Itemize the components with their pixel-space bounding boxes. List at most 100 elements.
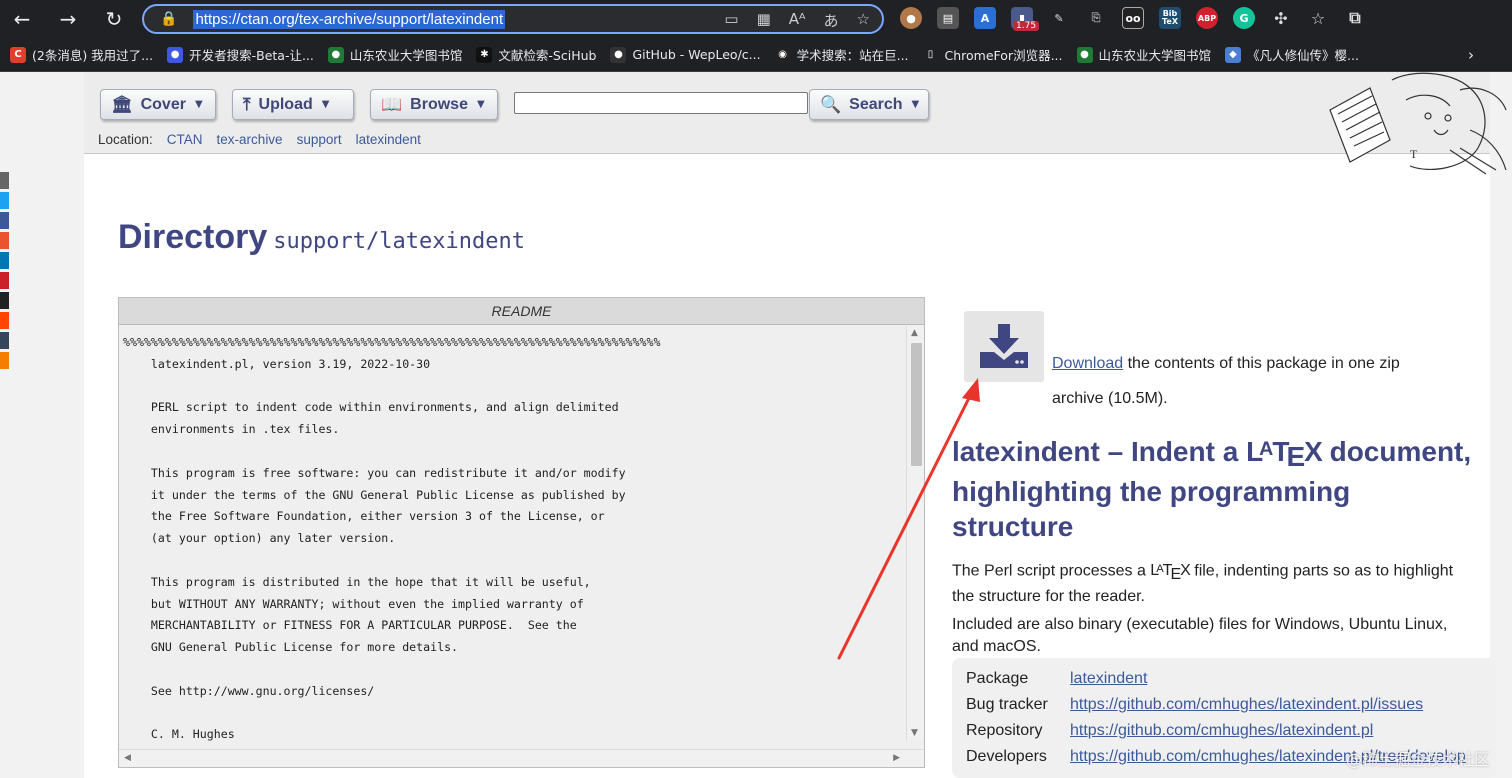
favorite-star-icon[interactable]: ☆ [857, 10, 870, 31]
bookmark-item[interactable]: C (2条消息) 我用过了... [10, 45, 153, 64]
bookmark-label: 学术搜索：站在巨... [796, 48, 909, 63]
bookmark-item[interactable]: ✱ 文献检索-SciHub [476, 45, 596, 64]
ctan-lion-logo[interactable]: T [1310, 70, 1512, 180]
scroll-right-icon[interactable]: ▶ [893, 753, 900, 763]
readme-horizontal-scrollbar[interactable]: ◀ ▶ [119, 749, 924, 767]
download-button[interactable] [964, 311, 1044, 382]
breadcrumb: Location: CTAN tex-archive support latex… [98, 132, 421, 147]
web-page: 🏛 Cover ▼ ⤒ Upload ▼ 📖 Browse ▼ 🔍 Search… [0, 72, 1512, 778]
cookie-icon[interactable]: ● [900, 7, 922, 29]
share-button[interactable] [0, 172, 9, 189]
readme-line: the Free Software Foundation, either ver… [123, 509, 605, 524]
scroll-up-icon[interactable]: ▲ [911, 328, 918, 338]
chevron-down-icon: ▼ [194, 99, 203, 110]
forward-arrow-icon[interactable]: → [56, 7, 80, 31]
search-button[interactable]: 🔍 Search ▼ [809, 89, 929, 120]
readme-text[interactable]: %%%%%%%%%%%%%%%%%%%%%%%%%%%%%%%%%%%%%%%%… [119, 326, 905, 767]
bookmark-label: (2条消息) 我用过了... [32, 48, 154, 63]
search-icon: 🔍 [820, 94, 842, 115]
info-link[interactable]: https://github.com/cmhughes/latexindent.… [1070, 718, 1373, 744]
breadcrumb-latexindent[interactable]: latexindent [356, 132, 421, 147]
readme-line: PERL script to indent code within enviro… [123, 400, 619, 415]
share-button[interactable] [0, 232, 9, 249]
readme-line [123, 550, 905, 572]
file-icon: ▯ [922, 46, 939, 63]
info-key: Developers [966, 748, 1047, 765]
translate-ext-icon[interactable]: A [974, 7, 996, 29]
upload-label: Upload [258, 95, 313, 113]
info-link[interactable]: latexindent [1070, 666, 1147, 692]
back-arrow-icon[interactable]: ← [10, 7, 34, 31]
readme-vertical-scrollbar[interactable]: ▲ ▼ [906, 326, 924, 740]
search-label: Search [849, 95, 903, 113]
scroll-left-icon[interactable]: ◀ [124, 753, 131, 763]
bookmark-item[interactable]: ● GitHub - WepLeo/c... [610, 46, 761, 63]
share-button[interactable] [0, 292, 9, 309]
bookmark-item[interactable]: ● 山东农业大学图书馆 [1076, 45, 1211, 64]
download-link[interactable]: Download [1052, 355, 1123, 372]
info-key: Repository [966, 722, 1043, 739]
info-link[interactable]: https://github.com/cmhughes/latexindent.… [1070, 692, 1423, 718]
screen-icon[interactable]: ▭ [724, 10, 738, 31]
cover-label: Cover [140, 95, 186, 113]
bibtex-icon[interactable]: Bib TeX [1159, 7, 1181, 29]
bookmark-item[interactable]: ● 开发者搜索-Beta-让... [167, 45, 314, 64]
share-button[interactable] [0, 192, 9, 209]
pen-icon[interactable]: ✎ [1048, 7, 1070, 29]
share-button[interactable] [0, 272, 9, 289]
description-paragraph-2: Included are also binary (executable) fi… [952, 615, 1448, 655]
search-input[interactable] [514, 92, 808, 114]
translate-icon[interactable]: あ [824, 10, 839, 31]
address-url[interactable]: https://ctan.org/tex-archive/support/lat… [193, 9, 506, 29]
share-button[interactable] [0, 352, 9, 369]
bookmark-item[interactable]: ● 山东农业大学图书馆 [327, 45, 462, 64]
download-icon [980, 323, 1028, 368]
bookmark-item[interactable]: ◆ 《凡人修仙传》樱... [1225, 45, 1359, 64]
read-aloud-icon[interactable]: Aᴬ [789, 10, 806, 31]
puzzle-icon[interactable]: ✣ [1270, 7, 1292, 29]
share-button[interactable] [0, 312, 9, 329]
share-button[interactable] [0, 212, 9, 229]
info-row-package: Package latexindent [966, 666, 1482, 692]
readme-line: GNU General Public License for more deta… [123, 640, 459, 655]
library-icon: ● [1076, 46, 1093, 63]
location-label: Location: [98, 132, 153, 147]
bookmark-label: 开发者搜索-Beta-让... [189, 48, 314, 63]
breadcrumb-tex-archive[interactable]: tex-archive [217, 132, 283, 147]
grammarly-icon[interactable]: G [1233, 7, 1255, 29]
zoom-icon[interactable]: ▮ 1.75 [1011, 7, 1040, 31]
glasses-icon[interactable]: oo [1122, 7, 1144, 29]
readme-line: See http://www.gnu.org/licenses/ [123, 683, 375, 698]
upload-button[interactable]: ⤒ Upload ▼ [232, 89, 354, 120]
collections-icon[interactable]: ⧉ [1344, 7, 1366, 29]
cover-button[interactable]: 🏛 Cover ▼ [100, 89, 216, 120]
readme-line: (at your option) any later version. [123, 531, 396, 546]
breadcrumb-ctan[interactable]: CTAN [167, 132, 203, 147]
bookmark-label: ChromeFor浏览器... [944, 48, 1063, 63]
address-bar[interactable]: 🔒 https://ctan.org/tex-archive/support/l… [142, 4, 884, 34]
scroll-down-icon[interactable]: ▼ [911, 728, 918, 738]
readme-line: MERCHANTABILITY or FITNESS FOR A PARTICU… [123, 618, 577, 633]
copy-icon[interactable]: ⎘ [1085, 7, 1107, 29]
share-button[interactable] [0, 332, 9, 349]
bookmark-label: 《凡人修仙传》樱... [1247, 48, 1359, 63]
reader-icon[interactable]: ▤ [937, 7, 959, 29]
adblock-icon[interactable]: ABP [1196, 7, 1218, 29]
apps-icon[interactable]: ▦ [757, 10, 771, 31]
bookmark-item[interactable]: ◉ 学术搜索：站在巨... [774, 45, 909, 64]
breadcrumb-support[interactable]: support [297, 132, 342, 147]
reload-icon[interactable]: ↻ [102, 7, 126, 31]
bookmark-item[interactable]: ▯ ChromeFor浏览器... [922, 45, 1063, 64]
favorites-icon[interactable]: ☆ [1307, 7, 1329, 29]
chevron-right-icon[interactable]: › [1468, 46, 1474, 64]
scroll-thumb[interactable] [911, 343, 922, 466]
browse-button[interactable]: 📖 Browse ▼ [370, 89, 498, 120]
share-button[interactable] [0, 252, 9, 269]
directory-path: support/latexindent [273, 229, 525, 254]
readme-line: it under the terms of the GNU General Pu… [123, 487, 626, 502]
readme-line [123, 441, 905, 463]
download-description: Download the contents of this package in… [1052, 346, 1452, 416]
csdn-icon: C [10, 46, 26, 63]
directory-heading: Directory [118, 218, 268, 256]
package-title-prefix: latexindent – Indent a [952, 435, 1247, 467]
